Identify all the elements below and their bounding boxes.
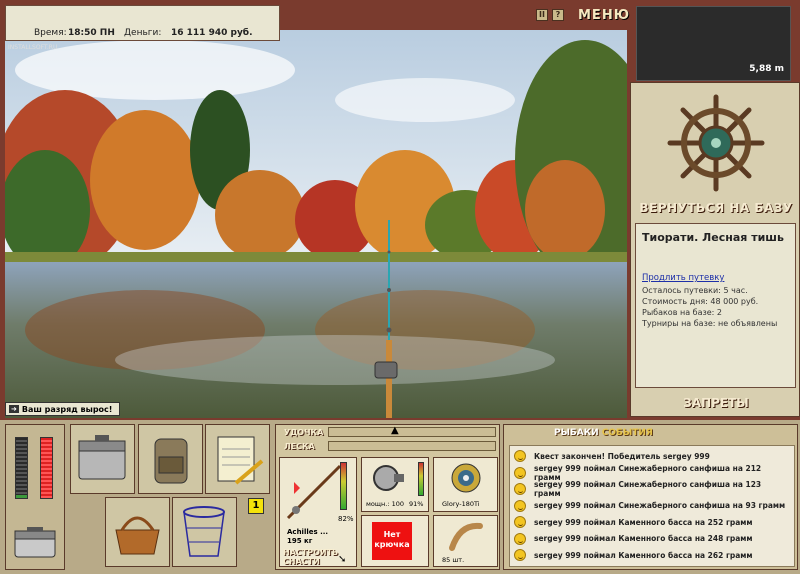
rank-message: Ваш разряд вырос!: [21, 404, 113, 414]
list-item: sergey 999 поймал Каменного басса на 252…: [514, 514, 790, 531]
rank-notification[interactable]: ➜ Ваш разряд вырос!: [5, 402, 120, 416]
event-text: sergey 999 поймал Каменного басса на 252…: [534, 517, 753, 527]
depth-display: 5,88 m: [636, 6, 791, 81]
line-tension-bar: [328, 441, 496, 451]
smiley-icon: [514, 450, 526, 463]
tackle-box-icon: [78, 435, 126, 480]
reel-percent: 91%: [409, 500, 424, 508]
line-spool-icon: [451, 463, 481, 493]
reel-power: мощн.: 100: [366, 500, 404, 508]
events-list: Квест закончен! Победитель sergey 999 se…: [509, 445, 795, 567]
list-item: sergey 999 поймал Синежаберного санфиша …: [514, 463, 790, 482]
smiley-icon: [514, 516, 526, 529]
rod-icon: [286, 464, 342, 520]
right-gauge: [40, 437, 53, 499]
notepad-icon: [217, 436, 264, 485]
menu-button[interactable]: МЕНЮ: [578, 8, 630, 23]
rod-tension-bar: [328, 427, 496, 437]
info-line: Рыбаков на базе: 2: [642, 308, 722, 317]
rod-wear-gauge: [340, 462, 347, 510]
right-panel: ВЕРНУТЬСЯ НА БАЗУ Тиорати. Лесная тишь П…: [630, 82, 800, 417]
money-label: Деньги:: [124, 28, 162, 38]
left-gauge: [15, 437, 28, 499]
bait-slot[interactable]: 85 шт.: [433, 515, 498, 567]
line-name: Glory-180Ti: [442, 500, 480, 508]
tab-fishers[interactable]: РЫБАКИ: [554, 428, 599, 438]
event-text: sergey 999 поймал Каменного басса на 262…: [534, 550, 753, 560]
status-bar: Время: 18:50 ПН Деньги: 16 111 940 руб.: [5, 5, 280, 41]
info-line: Турниры на базе: не объявлены: [642, 319, 778, 328]
smiley-icon: [514, 499, 526, 512]
return-to-base-button[interactable]: ВЕРНУТЬСЯ НА БАЗУ: [631, 201, 800, 215]
smiley-icon: [514, 549, 526, 562]
rod-slot[interactable]: 82% Achilles ... 195 кг НАСТРОИТЬ СНАСТИ…: [279, 457, 357, 567]
watermark: INSTALLSOFT.RU: [8, 44, 58, 51]
basket-slot[interactable]: [105, 497, 170, 567]
event-text: sergey 999 поймал Каменного басса на 248…: [534, 534, 753, 544]
smiley-icon: [514, 466, 526, 479]
line-tension-label: ЛЕСКА: [284, 442, 315, 451]
event-text: sergey 999 поймал Синежаберного санфиша …: [534, 501, 786, 511]
tackle-panel: УДОЧКА ▲ ЛЕСКА 82% Achilles ... 195 кг Н…: [275, 424, 500, 570]
rod-percent: 82%: [338, 515, 354, 523]
gauges-panel: [5, 424, 65, 570]
help-icon[interactable]: ?: [552, 9, 564, 21]
location-info: Тиорати. Лесная тишь Продлить путевку Ос…: [635, 223, 796, 388]
list-item: sergey 999 поймал Каменного басса на 248…: [514, 531, 790, 548]
pause-icon[interactable]: II: [536, 9, 548, 21]
time-value: 18:50 ПН: [68, 28, 115, 38]
list-item: Квест закончен! Победитель sergey 999: [514, 448, 790, 465]
time-label: Время:: [34, 28, 67, 38]
events-tabs: РЫБАКИ СОБЫТИЯ: [554, 428, 653, 438]
smiley-icon: [514, 483, 526, 496]
basket-icon: [115, 516, 160, 555]
list-item: sergey 999 поймал Синежаберного санфиша …: [514, 498, 790, 515]
depth-value: 5,88 m: [749, 64, 784, 74]
setup-tackle-button[interactable]: НАСТРОИТЬ СНАСТИ: [283, 548, 338, 566]
location-title: Тиорати. Лесная тишь: [642, 231, 784, 244]
list-item: sergey 999 поймал Каменного басса на 262…: [514, 547, 790, 564]
event-text: sergey 999 поймал Синежаберного санфиша …: [534, 463, 762, 482]
cooler-icon[interactable]: [12, 525, 58, 561]
tension-marker-icon: ▲: [391, 425, 399, 436]
lake-scene[interactable]: [5, 30, 627, 418]
hook-slot[interactable]: Нет крючка: [361, 515, 429, 567]
money-value: 16 111 940 руб.: [171, 28, 253, 38]
bans-button[interactable]: ЗАПРЕТЫ: [631, 396, 800, 410]
keepnet-icon: [183, 506, 225, 557]
event-text: Квест закончен! Победитель sergey 999: [534, 451, 710, 461]
arrow-icon: ➘: [338, 554, 347, 565]
event-text: sergey 999 поймал Синежаберного санфиша …: [534, 480, 762, 499]
ship-wheel-icon[interactable]: [666, 93, 766, 193]
tab-events[interactable]: СОБЫТИЯ: [602, 428, 653, 438]
backpack-icon: [154, 438, 188, 484]
rod-tension-label: УДОЧКА: [284, 428, 324, 437]
extend-permit-link[interactable]: Продлить путевку: [642, 273, 789, 283]
backpack-slot[interactable]: [138, 424, 203, 494]
count-badge: 1: [248, 498, 264, 514]
notepad-slot[interactable]: [205, 424, 270, 494]
reel-wear-gauge: [418, 462, 424, 496]
arrow-right-icon: ➜: [9, 405, 19, 413]
rod-weight: 195 кг: [287, 537, 313, 545]
top-controls: II ? МЕНЮ: [536, 6, 630, 24]
keepnet-slot[interactable]: [172, 497, 237, 567]
bait-count: 85 шт.: [442, 556, 465, 564]
list-item: sergey 999 поймал Синежаберного санфиша …: [514, 480, 790, 499]
reel-icon: [373, 465, 404, 491]
bait-icon: [449, 522, 483, 551]
rod-name: Achilles ...: [287, 528, 329, 536]
info-line: Осталось путевки: 5 час.: [642, 286, 748, 295]
events-panel: РЫБАКИ СОБЫТИЯ Квест закончен! Победител…: [503, 424, 798, 570]
info-line: Стоимость дня: 48 000 руб.: [642, 297, 759, 306]
reel-slot[interactable]: мощн.: 100 91%: [361, 457, 429, 512]
tackle-box-slot[interactable]: [70, 424, 135, 494]
no-hook-label: Нет крючка: [372, 522, 412, 560]
line-slot[interactable]: Glory-180Ti: [433, 457, 498, 512]
smiley-icon: [514, 532, 526, 545]
